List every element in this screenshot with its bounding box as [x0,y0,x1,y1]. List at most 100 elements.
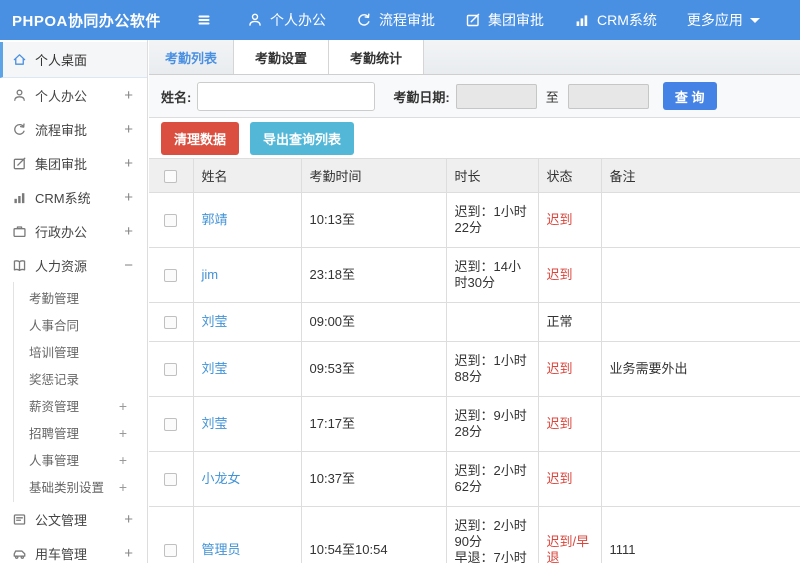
attendance-time: 10:54至10:54 [300,506,447,563]
app-window: PHPOA协同办公软件 个人办公 流程审批 集团审批 CRM系统 更多应用 个人… [0,0,800,563]
sidebar-subitem-base-category-settings[interactable]: 基础类别设置 + [14,473,147,500]
duration-line: 迟到：1小时22分 [454,204,527,235]
attendance-time: 17:17至 [300,396,447,452]
table-row: 刘莹 17:17至 迟到：9小时28分 迟到 [149,396,800,452]
row-checkbox[interactable] [164,269,178,283]
duration-line: 早退：7小时10分 [454,550,527,563]
employee-name-link[interactable]: 刘莹 [202,361,228,376]
process-icon [356,12,372,28]
employee-name-link[interactable]: 刘莹 [202,416,228,431]
duration-cell [445,302,539,342]
home-icon [12,52,27,67]
employee-name-link[interactable]: 郭靖 [202,212,228,227]
attendance-time: 09:00至 [300,302,447,342]
topnav-crm[interactable]: CRM系统 [574,10,657,30]
attendance-table: 姓名 考勤时间 时长 状态 备注 郭靖 10:13至 迟到：1小时22分 迟到 [149,158,800,563]
caret-down-icon [749,17,760,23]
sidebar-item-admin-office[interactable]: 行政办公 + [0,214,147,248]
table-row: 刘莹 09:53至 迟到：1小时88分 迟到 业务需要外出 [149,341,800,397]
duration-line: 迟到：2小时62分 [454,463,527,494]
book-icon [12,258,27,273]
topnav-label: 个人办公 [270,12,326,28]
date-range-separator: 至 [545,89,559,105]
doc-icon [12,512,27,527]
header-remark: 备注 [600,158,800,193]
status-text: 正常 [546,314,573,329]
duration-cell: 迟到：1小时22分 [445,192,539,248]
row-checkbox[interactable] [164,418,178,432]
sidebar-item-group-approval[interactable]: 集团审批 + [0,146,147,180]
topnav-label: 流程审批 [379,12,435,28]
status-text: 迟到 [546,471,573,486]
status-text: 迟到 [546,212,573,227]
row-checkbox[interactable] [164,214,178,228]
duration-cell: 迟到：2小时90分早退：7小时10分 [445,506,539,563]
remark-text: 业务需要外出 [600,341,800,397]
query-button[interactable]: 查 询 [662,82,717,110]
sidebar-item-human-resources[interactable]: 人力资源 − [0,248,147,282]
row-checkbox[interactable] [164,473,178,487]
sidebar-item-personal-desktop[interactable]: 个人桌面 [0,42,147,78]
table-row: 刘莹 09:00至 正常 [149,302,800,342]
sidebar-subitem-recruit-mgmt[interactable]: 招聘管理 + [14,419,147,446]
row-checkbox[interactable] [164,316,178,330]
sidebar-subitem-training-mgmt[interactable]: 培训管理 [14,338,147,365]
duration-cell: 迟到：1小时88分 [445,341,539,397]
select-all-checkbox[interactable] [164,170,178,184]
sidebar: 个人桌面 个人办公 + 流程审批 + 集团审批 + CRM系统 + 行政办公 +… [0,40,148,563]
table-header-row: 姓名 考勤时间 时长 状态 备注 [149,158,800,193]
tab-attendance-settings[interactable]: 考勤设置 [233,40,330,74]
employee-name-link[interactable]: 刘莹 [202,314,228,329]
tab-attendance-stats[interactable]: 考勤统计 [328,40,425,74]
sidebar-subitem-personnel-mgmt[interactable]: 人事管理 + [14,446,147,473]
attendance-time: 23:18至 [300,247,447,303]
topnav-more-apps[interactable]: 更多应用 [687,10,760,30]
chart-icon [574,12,590,28]
tab-attendance-list[interactable]: 考勤列表 [149,40,235,74]
remark-text [600,302,800,342]
duration-line: 迟到：14小时30分 [454,259,521,290]
sidebar-item-document-mgmt[interactable]: 公文管理 + [0,502,147,536]
table-row: 管理员 10:54至10:54 迟到：2小时90分早退：7小时10分 迟到/早退… [149,506,800,563]
row-checkbox[interactable] [164,544,178,558]
date-to-input[interactable] [567,83,649,109]
sidebar-subitem-salary-mgmt[interactable]: 薪资管理 + [14,392,147,419]
table-row: jim 23:18至 迟到：14小时30分 迟到 [149,247,800,303]
topnav-label: 集团审批 [488,12,544,28]
sidebar-subitem-reward-punishment[interactable]: 奖惩记录 [14,365,147,392]
topnav-personal-office[interactable]: 个人办公 [247,10,326,30]
edit-icon [465,12,481,28]
employee-name-link[interactable]: 小龙女 [202,471,241,486]
name-filter-input[interactable] [197,81,376,111]
status-text: 迟到 [546,267,573,282]
row-checkbox[interactable] [164,363,178,377]
duration-line: 迟到：9小时28分 [454,408,527,439]
status-text: 迟到/早退 [546,534,590,563]
export-list-button[interactable]: 导出查询列表 [250,121,355,155]
remark-text [600,192,800,248]
employee-name-link[interactable]: jim [202,267,219,282]
topnav-group-approval[interactable]: 集团审批 [465,10,544,30]
clear-data-button[interactable]: 清理数据 [161,121,240,155]
topnav-workflow-approval[interactable]: 流程审批 [356,10,435,30]
sidebar-item-crm[interactable]: CRM系统 + [0,180,147,214]
header-name: 姓名 [192,158,302,193]
sidebar-subitem-hr-contract[interactable]: 人事合同 [14,311,147,338]
chart-icon [12,190,27,205]
sidebar-item-workflow-approval[interactable]: 流程审批 + [0,112,147,146]
sidebar-item-personal-office[interactable]: 个人办公 + [0,78,147,112]
hamburger-icon[interactable] [193,9,215,31]
date-from-input[interactable] [455,83,537,109]
sidebar-subitem-attendance-mgmt[interactable]: 考勤管理 [14,284,147,311]
car-icon [12,546,27,561]
header-time: 考勤时间 [300,158,447,193]
remark-text [600,396,800,452]
date-filter-label: 考勤日期: [393,89,450,105]
sidebar-item-vehicle-mgmt[interactable]: 用车管理 + [0,536,147,563]
tab-bar: 考勤列表 考勤设置 考勤统计 [149,40,800,75]
top-nav: 个人办公 流程审批 集团审批 CRM系统 更多应用 [247,10,790,30]
employee-name-link[interactable]: 管理员 [202,542,241,557]
edit-icon [12,156,27,171]
remark-text [600,451,800,507]
user-icon [12,88,27,103]
